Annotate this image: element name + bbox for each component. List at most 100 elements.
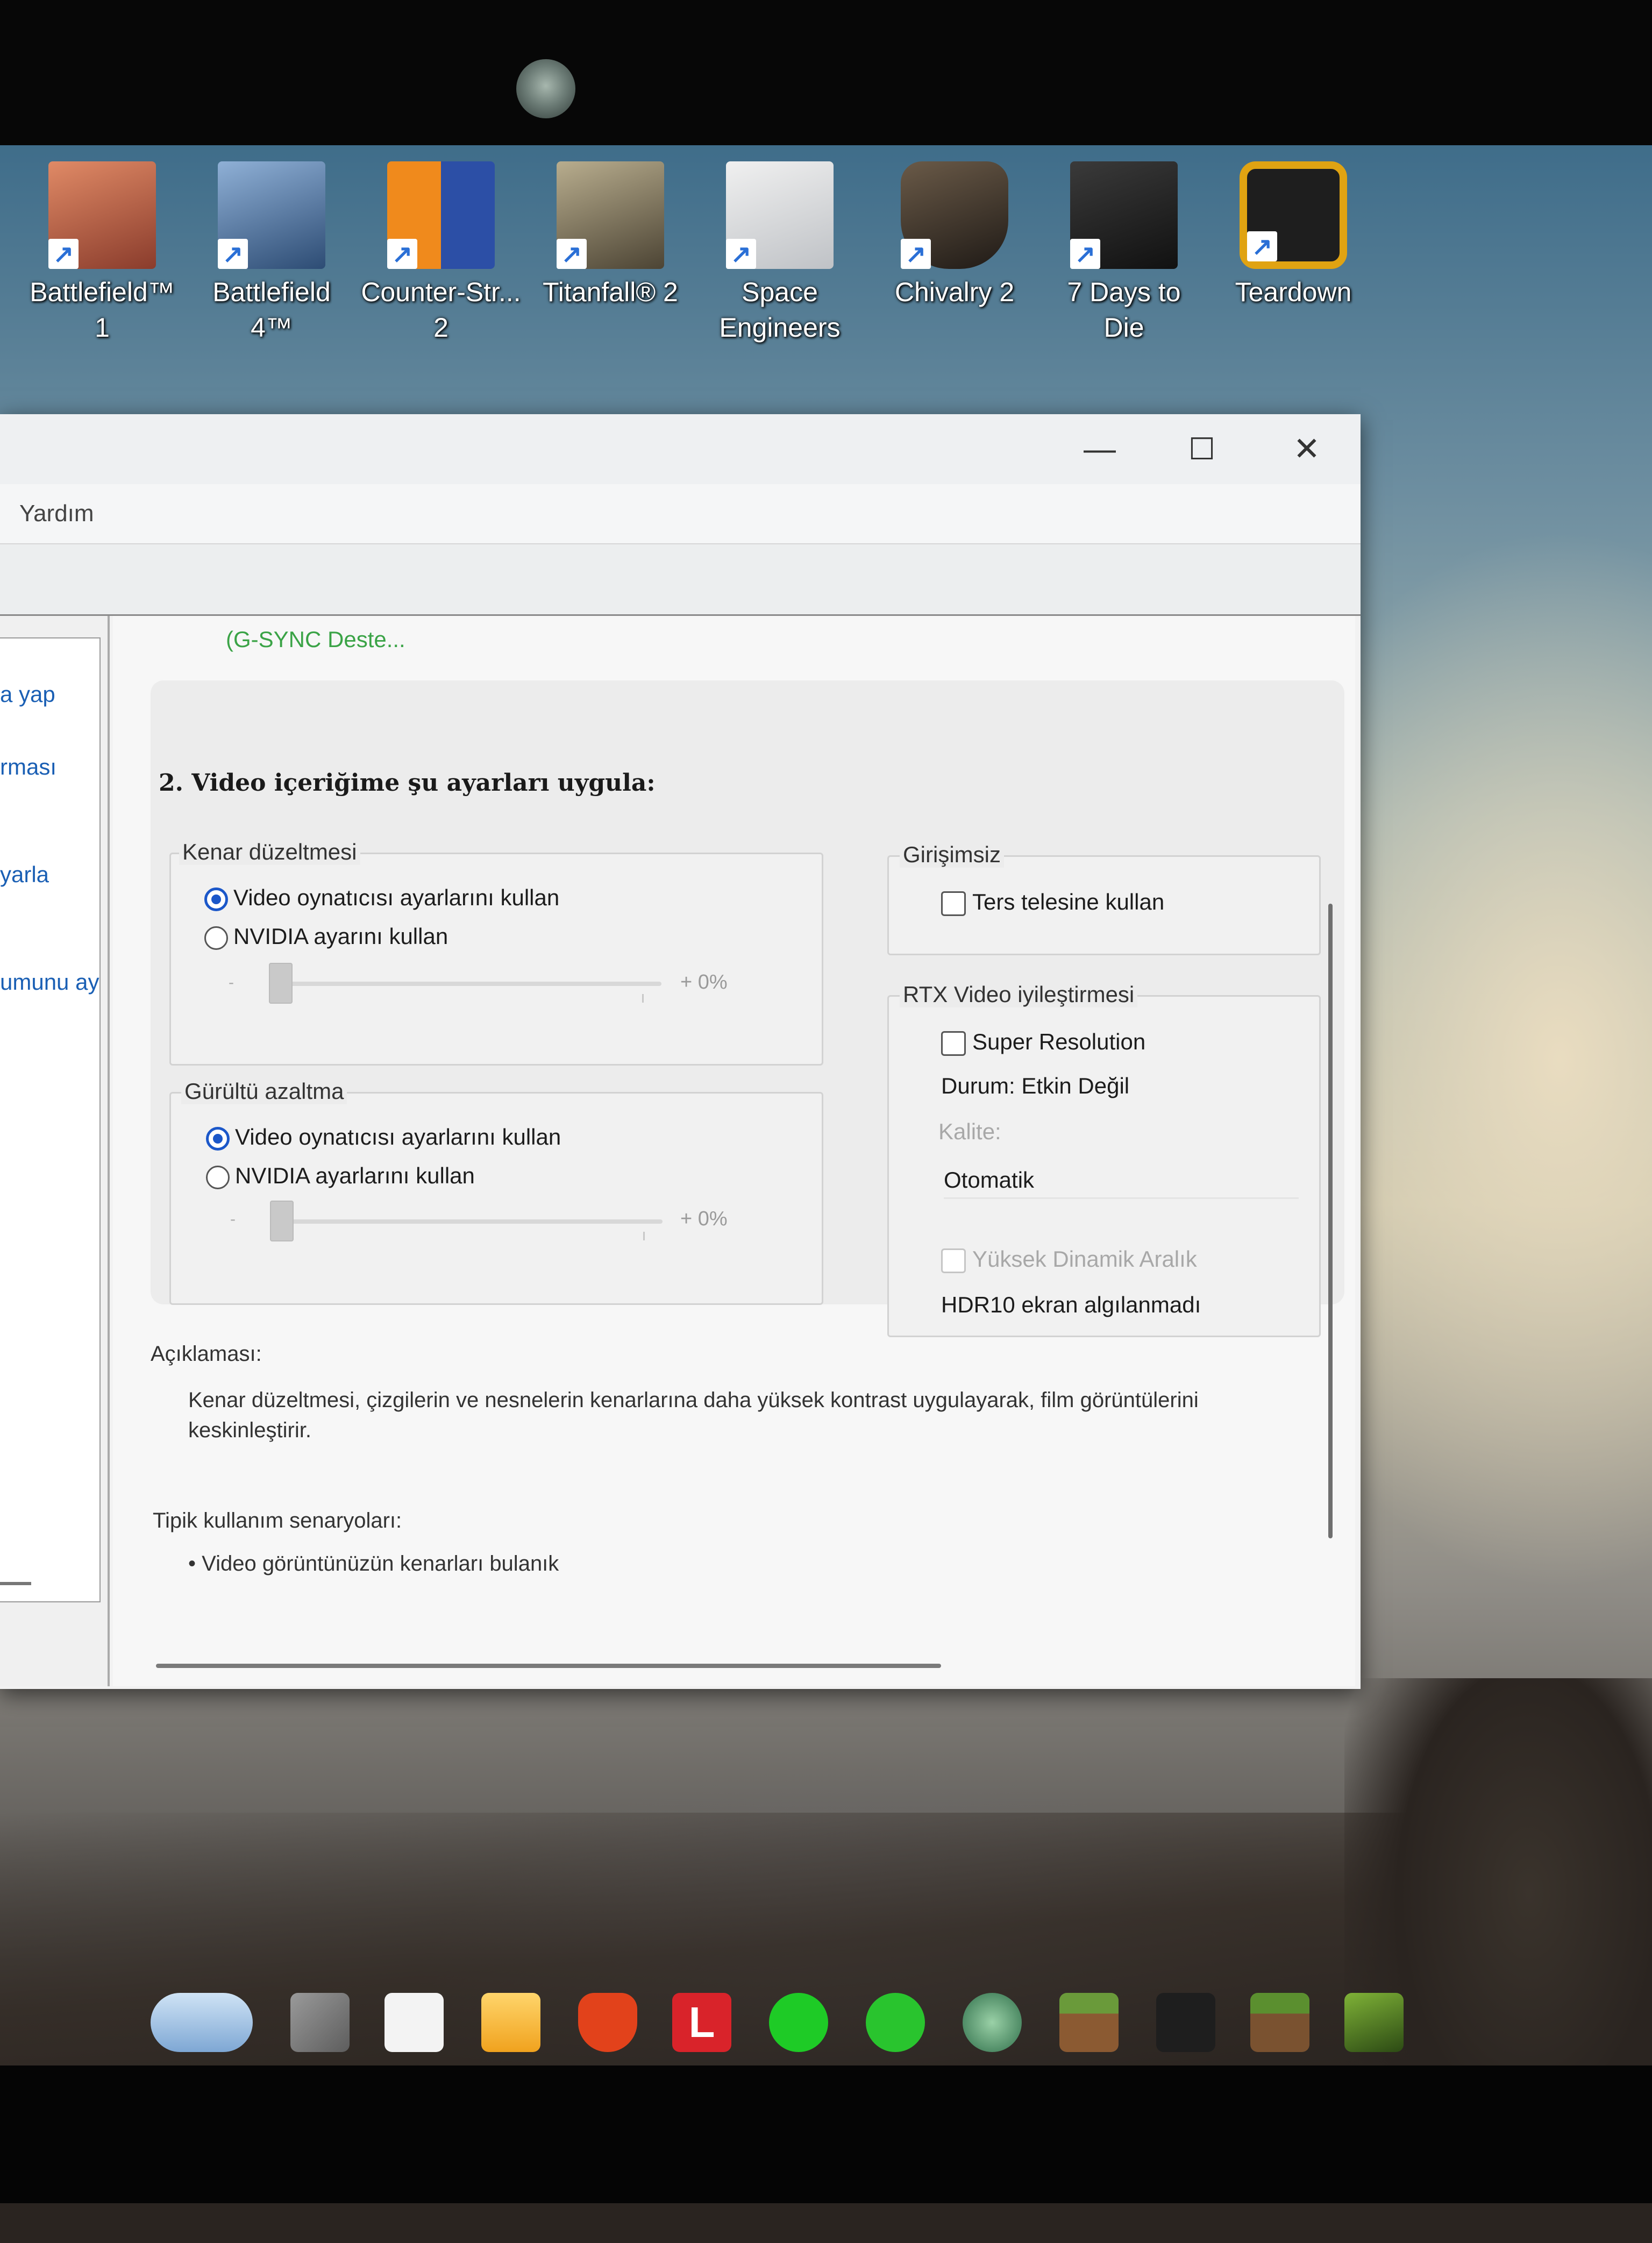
shortcut-arrow-icon: ↗ — [557, 239, 587, 269]
checkbox-label: Ters telesine kullan — [972, 889, 1165, 914]
desktop-icon-7-days-to-die[interactable]: ↗ 7 Days to Die — [1043, 161, 1205, 345]
hdr-status: HDR10 ekran algılanmadı — [941, 1292, 1201, 1317]
usage-item: • Video görüntünüzün kenarları bulanık — [188, 1552, 559, 1575]
razer-synapse-icon[interactable] — [866, 1993, 925, 2052]
radio-selected-icon — [204, 887, 228, 911]
desktop-icon-teardown[interactable]: ↗ Teardown — [1213, 161, 1374, 310]
desktop-icon-battlefield-1[interactable]: ↗ Battlefield™ 1 — [22, 161, 183, 345]
window-titlebar[interactable]: — ☐ ✕ — [0, 414, 1361, 484]
gsync-link[interactable]: (G-SYNC Deste... — [226, 627, 405, 652]
minecraft-launcher-icon[interactable] — [1250, 1993, 1309, 2052]
checkbox-disabled-icon — [941, 1248, 966, 1273]
screen-bezel-bottom — [0, 2065, 1652, 2203]
nav-item[interactable]: a yap — [0, 682, 55, 707]
desktop-icon-label: 7 Days to Die — [1067, 277, 1181, 343]
edge-enhancement-title: Kenar düzeltmesi — [179, 839, 360, 865]
chivalry-2-icon: ↗ — [901, 161, 1008, 269]
noise-slider-minus: - — [230, 1210, 236, 1228]
nav-item[interactable]: umunu ay — [0, 969, 99, 995]
desktop-icon-label: Titanfall® 2 — [543, 277, 678, 307]
radio-selected-icon — [206, 1126, 230, 1151]
noise-reduction-title: Gürültü azaltma — [181, 1078, 347, 1104]
anvil-app-icon[interactable] — [1156, 1993, 1215, 2052]
desktop-icon-label: Counter-Str... 2 — [361, 277, 521, 343]
battlefield-4-icon: ↗ — [218, 161, 325, 269]
edge-slider-thumb[interactable] — [269, 963, 293, 1004]
noise-slider-track[interactable] — [275, 1219, 663, 1224]
noise-slider-value: + 0% — [680, 1208, 728, 1230]
edge-option-player[interactable]: Video oynatıcısı ayarlarını kullan — [204, 885, 559, 911]
vertical-scrollbar[interactable] — [1328, 904, 1333, 1538]
razer-cortex-icon[interactable] — [769, 1993, 828, 2052]
desktop-icon-row: ↗ Battlefield™ 1 ↗ Battlefield 4™ ↗ Coun… — [0, 161, 1652, 377]
radio-label: NVIDIA ayarlarını kullan — [235, 1163, 475, 1188]
desktop-icon-label: Chivalry 2 — [894, 277, 1015, 307]
desktop-icon-label: Space Engineers — [719, 277, 841, 343]
desktop-icon-counter-strike-2[interactable]: ↗ Counter-Str... 2 — [360, 161, 522, 345]
desktop-icon-label: Battlefield™ 1 — [30, 277, 175, 343]
rtx-status: Durum: Etkin Değil — [941, 1073, 1130, 1098]
desktop-icon-label: Battlefield 4™ — [212, 277, 331, 343]
space-engineers-icon: ↗ — [726, 161, 834, 269]
screen-bezel-top — [0, 0, 1652, 151]
nvidia-control-panel-icon[interactable] — [1344, 1993, 1404, 2052]
quality-label: Kalite: — [938, 1119, 1001, 1144]
nav-item[interactable]: rması — [0, 754, 56, 780]
inverse-telecine-title: Girişimsiz — [900, 842, 1004, 868]
edge-slider-track[interactable] — [274, 982, 661, 986]
l-app-icon[interactable]: L — [672, 1993, 731, 2052]
minecraft-icon[interactable] — [1059, 1993, 1119, 2052]
nav-horizontal-scrollbar[interactable] — [0, 1582, 31, 1585]
nvidia-control-panel-window: — ☐ ✕ Yardım a yap rması yarla umunu ay … — [0, 414, 1361, 1689]
horizontal-scrollbar[interactable] — [156, 1664, 941, 1668]
desktop-icon-label: Teardown — [1235, 277, 1352, 307]
microsoft-store-icon[interactable] — [384, 1993, 444, 2052]
checkbox-unchecked-icon — [941, 1031, 966, 1056]
webcam — [516, 59, 575, 118]
radio-unselected-icon — [206, 1165, 230, 1189]
close-button[interactable]: ✕ — [1277, 425, 1336, 473]
nav-item[interactable]: yarla — [0, 862, 49, 888]
shortcut-arrow-icon: ↗ — [901, 239, 931, 269]
noise-option-player[interactable]: Video oynatıcısı ayarlarını kullan — [206, 1124, 561, 1151]
quality-dropdown[interactable]: Otomatik — [944, 1167, 1299, 1199]
shortcut-arrow-icon: ↗ — [218, 239, 248, 269]
task-view-icon[interactable] — [290, 1993, 350, 2052]
teardown-icon: ↗ — [1240, 161, 1347, 269]
minimize-button[interactable]: — — [1070, 425, 1129, 473]
checkbox-label: Super Resolution — [972, 1029, 1146, 1054]
desktop-icon-titanfall-2[interactable]: ↗ Titanfall® 2 — [530, 161, 691, 310]
radio-unselected-icon — [204, 926, 228, 950]
l-app-glyph: L — [688, 1998, 715, 2046]
file-explorer-icon[interactable] — [481, 1993, 540, 2052]
edge-slider-value: + 0% — [680, 971, 728, 993]
edge-slider-minus: - — [229, 974, 234, 991]
desktop-icon-chivalry-2[interactable]: ↗ Chivalry 2 — [874, 161, 1035, 310]
usage-title: Tipik kullanım senaryoları: — [153, 1509, 402, 1532]
widgets-icon[interactable] — [151, 1993, 253, 2052]
shortcut-arrow-icon: ↗ — [726, 239, 756, 269]
checkbox-label: Yüksek Dinamik Aralık — [972, 1246, 1197, 1272]
noise-option-nvidia[interactable]: NVIDIA ayarlarını kullan — [206, 1163, 475, 1189]
menu-help[interactable]: Yardım — [19, 500, 94, 527]
menu-bar: Yardım — [0, 484, 1361, 544]
razer-gamebooster-icon[interactable] — [963, 1993, 1022, 2052]
description-title: Açıklaması: — [151, 1342, 262, 1366]
description-text: Kenar düzeltmesi, çizgilerin ve nesneler… — [188, 1388, 1199, 1442]
brave-browser-icon[interactable] — [578, 1993, 637, 2052]
checkbox-unchecked-icon — [941, 891, 966, 916]
toolbar — [0, 544, 1361, 616]
super-resolution-checkbox[interactable]: Super Resolution — [941, 1029, 1145, 1056]
inverse-telecine-checkbox[interactable]: Ters telesine kullan — [941, 889, 1164, 916]
navigation-tree: a yap rması yarla umunu ay — [0, 637, 101, 1602]
noise-slider-thumb[interactable] — [270, 1201, 294, 1241]
7-days-to-die-icon: ↗ — [1070, 161, 1178, 269]
hdr-checkbox[interactable]: Yüksek Dinamik Aralık — [941, 1246, 1197, 1273]
desktop-icon-battlefield-4[interactable]: ↗ Battlefield 4™ — [191, 161, 352, 345]
radio-label: Video oynatıcısı ayarlarını kullan — [235, 1124, 561, 1149]
maximize-button[interactable]: ☐ — [1172, 425, 1231, 473]
edge-option-nvidia[interactable]: NVIDIA ayarını kullan — [204, 924, 448, 950]
desktop-icon-space-engineers[interactable]: ↗ Space Engineers — [699, 161, 860, 345]
step-title: 2. Video içeriğime şu ayarları uygula: — [159, 769, 656, 797]
slider-tick — [642, 994, 644, 1003]
